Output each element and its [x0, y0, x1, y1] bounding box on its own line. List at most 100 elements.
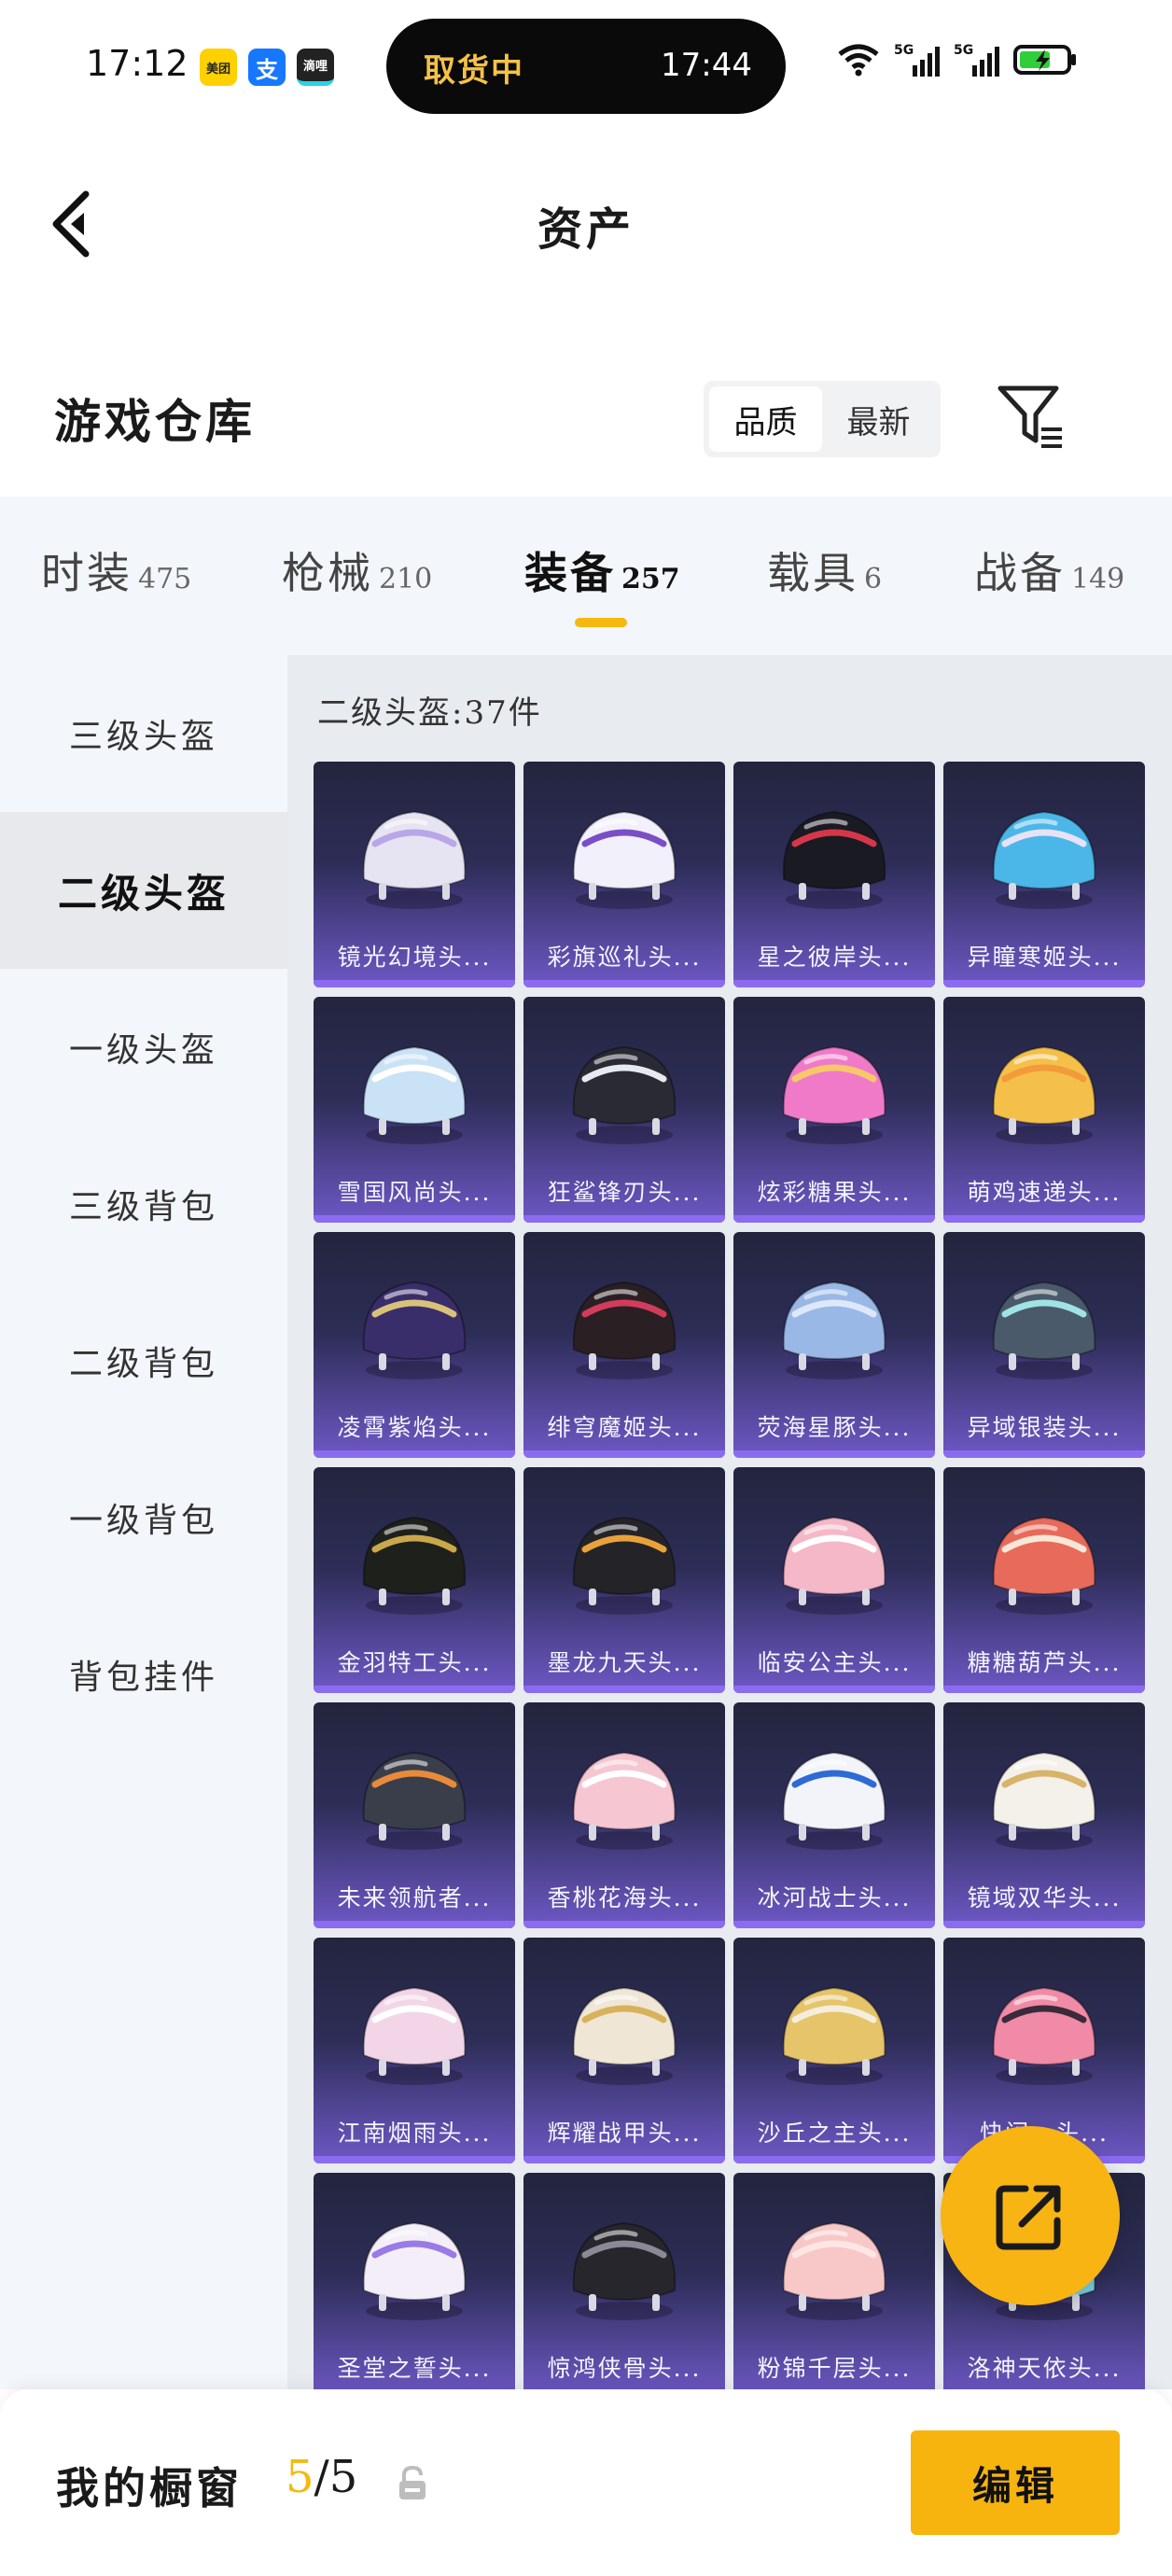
item-name: 彩旗巡礼头...: [547, 944, 702, 971]
tab-equipment[interactable]: 装备 257: [524, 539, 680, 601]
item-card[interactable]: 临安公主头...: [733, 1467, 935, 1693]
tab-label: 战备: [974, 548, 1066, 598]
tab-vehicles[interactable]: 载具 6: [767, 539, 882, 601]
helmet-icon: [572, 2221, 677, 2320]
sidebar-item-backpack-pendant[interactable]: 背包挂件: [0, 1596, 287, 1753]
item-card[interactable]: 江南烟雨头...: [314, 1938, 515, 2163]
tab-count: 6: [864, 563, 883, 595]
helmet-icon: [992, 810, 1096, 909]
tab-weapons[interactable]: 枪械 210: [282, 539, 432, 601]
item-name: 绯穹魔姬头...: [547, 1414, 702, 1441]
helmet-icon: [992, 1281, 1096, 1379]
helmet-icon: [992, 1045, 1096, 1144]
showcase-total: 5: [328, 2451, 358, 2503]
item-card[interactable]: 异瞳寒姬头...: [943, 762, 1145, 987]
showcase-current: 5: [286, 2451, 314, 2503]
helmet-icon: [362, 1751, 467, 1850]
item-card[interactable]: 冰河战士头...: [733, 1702, 935, 1928]
share-button[interactable]: [941, 2126, 1120, 2305]
status-indicators: 5G 5G: [836, 41, 1079, 78]
item-name: 镜光幻境头...: [337, 944, 492, 971]
page-header: 资产: [0, 131, 1172, 308]
helmet-icon: [782, 1516, 886, 1615]
item-card[interactable]: 辉耀战甲头...: [523, 1938, 725, 2163]
item-card[interactable]: 彩旗巡礼头...: [523, 762, 725, 987]
helmet-icon: [572, 1281, 677, 1379]
item-card[interactable]: 墨龙九天头...: [523, 1467, 725, 1693]
item-name: 星之彼岸头...: [757, 944, 912, 971]
sort-newest-option[interactable]: 最新: [822, 386, 935, 452]
status-bar: 17:12 美团 支 滴哩 取货中 17:44 5G 5G: [0, 0, 1172, 131]
showcase-count: 5/5: [286, 2451, 357, 2503]
active-tab-indicator: [575, 618, 627, 627]
item-card[interactable]: 异域银装头...: [943, 1232, 1145, 1458]
item-name: 圣堂之誓头...: [337, 2355, 492, 2382]
helmet-icon: [572, 810, 677, 909]
item-card[interactable]: 糖糖葫芦头...: [943, 1467, 1145, 1693]
sidebar-item-level2-backpack[interactable]: 二级背包: [0, 1282, 287, 1439]
svg-text:5G: 5G: [954, 43, 973, 58]
item-card[interactable]: 萌鸡速递头...: [943, 997, 1145, 1223]
helmet-icon: [992, 1751, 1096, 1850]
helmet-icon: [362, 1986, 467, 2085]
battery-charging-icon: [1013, 45, 1076, 75]
pickup-status: 取货中: [424, 52, 524, 90]
helmet-icon: [572, 1045, 677, 1144]
item-name: 糖糖葫芦头...: [967, 1649, 1122, 1676]
sidebar-item-level1-helmet[interactable]: 一级头盔: [0, 969, 287, 1126]
item-card[interactable]: 绯穹魔姬头...: [523, 1232, 725, 1458]
helmet-icon: [362, 1516, 467, 1615]
item-card[interactable]: 炫彩糖果头...: [733, 997, 935, 1223]
sidebar-item-level1-backpack[interactable]: 一级背包: [0, 1439, 287, 1596]
helmet-icon: [362, 2221, 467, 2320]
item-count-label: 二级头盔:37件: [317, 694, 542, 732]
item-card[interactable]: 金羽特工头...: [314, 1467, 515, 1693]
tab-label: 装备: [524, 548, 616, 598]
didi-app-icon: 滴哩: [297, 49, 334, 86]
bottom-bar: 我的橱窗 5/5 编辑: [0, 2389, 1172, 2576]
item-card[interactable]: 未来领航者...: [314, 1702, 515, 1928]
item-card[interactable]: 圣堂之誓头...: [314, 2173, 515, 2389]
wifi-icon: [838, 44, 879, 77]
item-card[interactable]: 星之彼岸头...: [733, 762, 935, 987]
helmet-icon: [782, 1986, 886, 2085]
item-card[interactable]: 凌霄紫焰头...: [314, 1232, 515, 1458]
showcase-separator: /: [314, 2451, 329, 2503]
item-card[interactable]: 狂鲨锋刃头...: [523, 997, 725, 1223]
helmet-icon: [572, 1516, 677, 1615]
item-name: 狂鲨锋刃头...: [547, 1179, 702, 1206]
item-card[interactable]: 香桃花海头...: [523, 1702, 725, 1928]
item-name: 雪国风尚头...: [337, 1179, 492, 1206]
sort-quality-option[interactable]: 品质: [709, 386, 822, 452]
edit-button[interactable]: 编辑: [911, 2430, 1120, 2535]
item-card[interactable]: 镜域双华头...: [943, 1702, 1145, 1928]
tab-label: 载具: [767, 548, 858, 598]
item-card[interactable]: 惊鸿侠骨头...: [523, 2173, 725, 2389]
item-card[interactable]: 沙丘之主头...: [733, 1938, 935, 2163]
tab-count: 257: [621, 563, 680, 595]
item-name: 洛神天依头...: [967, 2355, 1122, 2382]
svg-text:5G: 5G: [894, 43, 914, 58]
helmet-icon: [572, 1986, 677, 2085]
helmet-icon: [362, 810, 467, 909]
item-card[interactable]: 雪国风尚头...: [314, 997, 515, 1223]
item-name: 荧海星豚头...: [757, 1414, 912, 1441]
status-time: 17:12: [86, 43, 188, 84]
item-card[interactable]: 荧海星豚头...: [733, 1232, 935, 1458]
sidebar-item-level3-helmet[interactable]: 三级头盔: [0, 655, 287, 812]
pickup-time: 17:44: [661, 47, 752, 84]
tab-battle-gear[interactable]: 战备 149: [974, 539, 1124, 601]
sidebar-item-level2-helmet[interactable]: 二级头盔: [0, 812, 287, 969]
item-name: 异域银装头...: [967, 1414, 1122, 1441]
helmet-icon: [992, 1516, 1096, 1615]
tab-fashion[interactable]: 时装 475: [41, 539, 191, 601]
warehouse-title: 游戏仓库: [54, 394, 256, 449]
item-card[interactable]: 粉锦千层头...: [733, 2173, 935, 2389]
helmet-icon: [992, 1986, 1096, 2085]
item-card[interactable]: 镜光幻境头...: [314, 762, 515, 987]
item-name: 镜域双华头...: [967, 1884, 1122, 1911]
helmet-icon: [362, 1281, 467, 1379]
sidebar-item-level3-backpack[interactable]: 三级背包: [0, 1126, 287, 1282]
dynamic-island[interactable]: 取货中 17:44: [386, 19, 786, 114]
filter-icon[interactable]: [997, 383, 1067, 454]
